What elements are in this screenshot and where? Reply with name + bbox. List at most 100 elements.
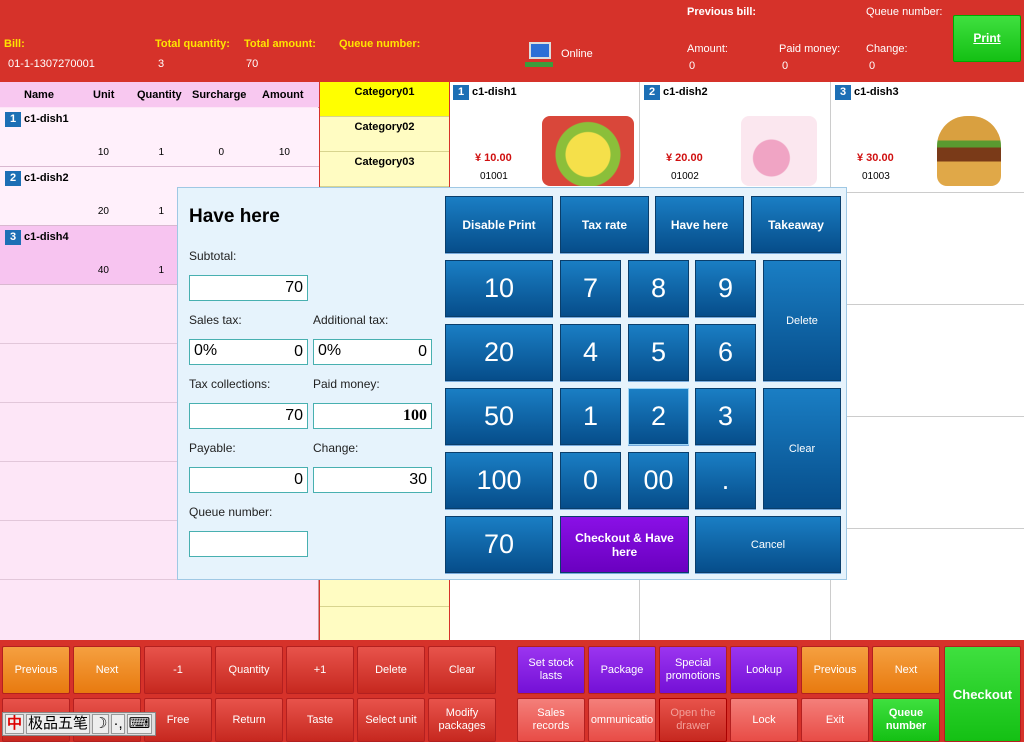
set-stock-lasts-button[interactable]: Set stock lasts bbox=[517, 646, 585, 694]
quick-amount-10[interactable]: 10 bbox=[445, 260, 553, 317]
quick-amount-100[interactable]: 100 bbox=[445, 452, 553, 509]
cancel-button[interactable]: Cancel bbox=[695, 516, 841, 573]
total-amount-value: 70 bbox=[246, 58, 259, 70]
dish-code: 01001 bbox=[480, 171, 508, 182]
lock-button[interactable]: Lock bbox=[730, 698, 798, 742]
next-page-button[interactable]: Next bbox=[872, 646, 940, 694]
tax-rate-button[interactable]: Tax rate bbox=[560, 196, 649, 253]
key-2[interactable]: 2 bbox=[628, 388, 689, 445]
category-item[interactable]: Category02 bbox=[320, 117, 449, 152]
checkout-button[interactable]: Checkout bbox=[944, 646, 1021, 742]
row-quantity: 1 bbox=[158, 147, 164, 158]
special-promotions-button[interactable]: Special promotions bbox=[659, 646, 727, 694]
dialog-title: Have here bbox=[189, 206, 280, 227]
row-name: c1-dish1 bbox=[24, 113, 69, 125]
ime-toolbar[interactable]: 中 极品五笔 ☽ ·, ⌨ bbox=[2, 712, 156, 736]
exit-button[interactable]: Exit bbox=[801, 698, 869, 742]
key-1[interactable]: 1 bbox=[560, 388, 621, 445]
previous-bill-label: Previous bill: bbox=[687, 6, 757, 18]
sales-tax-label: Sales tax: bbox=[189, 313, 242, 327]
checkout-have-here-button[interactable]: Checkout & Have here bbox=[560, 516, 689, 573]
total-quantity-value: 3 bbox=[158, 58, 165, 70]
package-button[interactable]: Package bbox=[588, 646, 656, 694]
previous-item-button[interactable]: Previous bbox=[2, 646, 70, 694]
category-item[interactable]: Category03 bbox=[320, 152, 449, 187]
ime-name[interactable]: 极品五笔 bbox=[26, 714, 91, 734]
ime-punctuation-icon[interactable]: ·, bbox=[111, 714, 125, 734]
dish-item[interactable]: 3 c1-dish3 ¥ 30.00 01003 bbox=[832, 82, 1024, 193]
key-9[interactable]: 9 bbox=[695, 260, 756, 317]
delete-item-button[interactable]: Delete bbox=[357, 646, 425, 694]
change-value: 0 bbox=[869, 60, 876, 72]
communication-button[interactable]: ommunicatio bbox=[588, 698, 656, 742]
amount-label: Amount: bbox=[687, 43, 728, 55]
previous-page-button[interactable]: Previous bbox=[801, 646, 869, 694]
order-row[interactable]: 1 c1-dish1 10 1 0 10 bbox=[0, 108, 319, 167]
return-button[interactable]: Return bbox=[215, 698, 283, 742]
key-3[interactable]: 3 bbox=[695, 388, 756, 445]
key-6[interactable]: 6 bbox=[695, 324, 756, 381]
row-index: 2 bbox=[5, 171, 21, 186]
quick-amount-50[interactable]: 50 bbox=[445, 388, 553, 445]
paid-money-field[interactable]: 100 bbox=[313, 403, 432, 429]
row-index: 3 bbox=[5, 230, 21, 245]
open-drawer-button[interactable]: Open the drawer bbox=[659, 698, 727, 742]
key-8[interactable]: 8 bbox=[628, 260, 689, 317]
plus-one-button[interactable]: +1 bbox=[286, 646, 354, 694]
key-7[interactable]: 7 bbox=[560, 260, 621, 317]
change-field[interactable]: 30 bbox=[313, 467, 432, 493]
taste-button[interactable]: Taste bbox=[286, 698, 354, 742]
ime-keyboard-icon[interactable]: ⌨ bbox=[126, 714, 153, 734]
ime-halfwidth-icon[interactable]: ☽ bbox=[92, 714, 110, 734]
change-value: 30 bbox=[409, 471, 427, 488]
sales-tax-rate: 0% bbox=[194, 342, 218, 359]
modify-packages-button[interactable]: Modify packages bbox=[428, 698, 496, 742]
quantity-button[interactable]: Quantity bbox=[215, 646, 283, 694]
clear-button[interactable]: Clear bbox=[763, 388, 841, 509]
delete-button[interactable]: Delete bbox=[763, 260, 841, 381]
payable-field[interactable]: 0 bbox=[189, 467, 308, 493]
ime-mode-icon[interactable]: 中 bbox=[5, 714, 25, 734]
key-4[interactable]: 4 bbox=[560, 324, 621, 381]
col-unit: Unit bbox=[93, 89, 115, 101]
dish-price: ¥ 30.00 bbox=[857, 152, 894, 164]
col-quantity: Quantity bbox=[137, 89, 182, 101]
lookup-button[interactable]: Lookup bbox=[730, 646, 798, 694]
amount-value: 0 bbox=[689, 60, 696, 72]
sales-records-button[interactable]: Sales records bbox=[517, 698, 585, 742]
dish-image bbox=[542, 116, 634, 186]
sales-tax-field[interactable]: 0% 0 bbox=[189, 339, 308, 365]
key-5[interactable]: 5 bbox=[628, 324, 689, 381]
dish-index: 3 bbox=[835, 85, 851, 100]
online-status: Online bbox=[561, 48, 593, 60]
dish-price: ¥ 20.00 bbox=[666, 152, 703, 164]
clear-items-button[interactable]: Clear bbox=[428, 646, 496, 694]
print-button[interactable]: Print bbox=[953, 15, 1021, 62]
next-item-button[interactable]: Next bbox=[73, 646, 141, 694]
queue-number-field[interactable] bbox=[189, 531, 308, 557]
row-unit: 40 bbox=[97, 265, 109, 276]
queue-number-button[interactable]: Queue number bbox=[872, 698, 940, 742]
key-dot[interactable]: . bbox=[695, 452, 756, 509]
dish-item[interactable]: 2 c1-dish2 ¥ 20.00 01002 bbox=[641, 82, 831, 193]
queue-number-label: Queue number: bbox=[189, 505, 273, 519]
takeaway-button[interactable]: Takeaway bbox=[751, 196, 841, 253]
category-item[interactable]: Category01 bbox=[320, 82, 449, 117]
subtotal-field[interactable]: 70 bbox=[189, 275, 308, 301]
have-here-button[interactable]: Have here bbox=[655, 196, 744, 253]
select-unit-button[interactable]: Select unit bbox=[357, 698, 425, 742]
additional-tax-field[interactable]: 0% 0 bbox=[313, 339, 432, 365]
payable-value: 0 bbox=[294, 471, 303, 488]
dish-item[interactable]: 1 c1-dish1 ¥ 10.00 01001 bbox=[450, 82, 640, 193]
row-unit: 20 bbox=[97, 206, 109, 217]
key-0[interactable]: 0 bbox=[560, 452, 621, 509]
sales-tax-value: 0 bbox=[294, 343, 303, 360]
prev-queue-label: Queue number: bbox=[866, 6, 943, 18]
disable-print-button[interactable]: Disable Print bbox=[445, 196, 553, 253]
quick-amount-20[interactable]: 20 bbox=[445, 324, 553, 381]
total-amount-label: Total amount: bbox=[244, 38, 316, 50]
key-00[interactable]: 00 bbox=[628, 452, 689, 509]
minus-one-button[interactable]: -1 bbox=[144, 646, 212, 694]
quick-amount-70[interactable]: 70 bbox=[445, 516, 553, 573]
tax-collections-field[interactable]: 70 bbox=[189, 403, 308, 429]
